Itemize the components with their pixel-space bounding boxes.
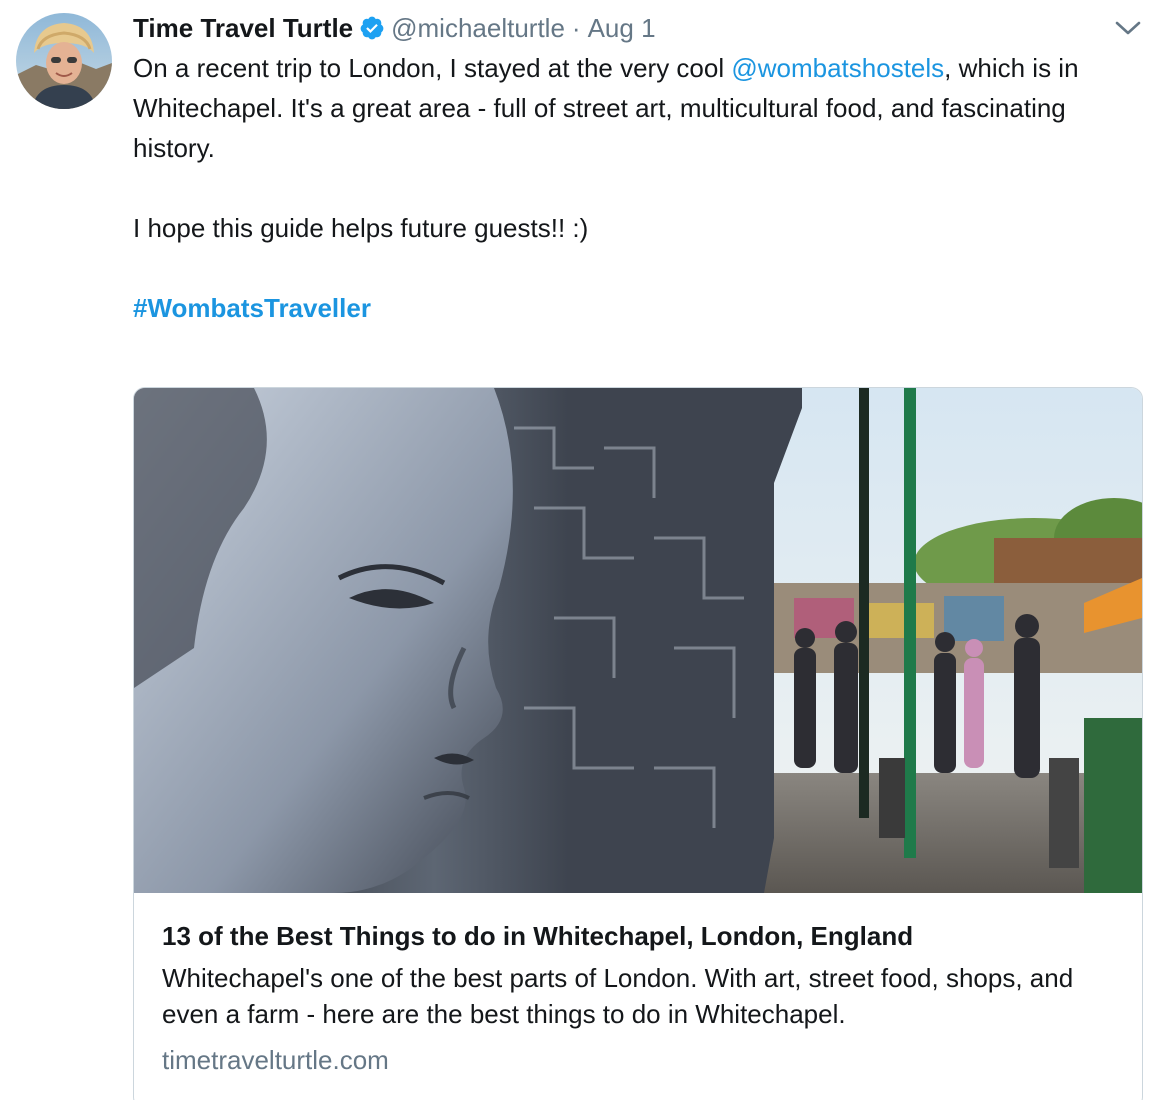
verified-badge-icon [359, 15, 385, 41]
chevron-down-icon[interactable] [1114, 18, 1142, 38]
hashtag-link[interactable]: #WombatsTraveller [133, 293, 371, 323]
tweet-header: Time Travel Turtle @michaelturtle · Aug … [133, 10, 656, 46]
tweet-paragraph-3: #WombatsTraveller [133, 288, 1143, 328]
tweet-text: On a recent trip to London, I stayed at … [133, 48, 1143, 328]
tweet-text-part: On a recent trip to London, I stayed at … [133, 53, 732, 83]
tweet-paragraph-2: I hope this guide helps future guests!! … [133, 213, 589, 243]
avatar-image [16, 13, 112, 109]
author-display-name[interactable]: Time Travel Turtle [133, 13, 353, 44]
tweet-paragraph-1: On a recent trip to London, I stayed at … [133, 48, 1143, 168]
card-description: Whitechapel's one of the best parts of L… [162, 963, 1074, 1029]
tweet-timestamp[interactable]: Aug 1 [588, 13, 656, 44]
street-art-mural-photo[interactable] [134, 388, 1142, 893]
avatar[interactable] [16, 13, 112, 109]
card-info: 13 of the Best Things to do in Whitechap… [162, 918, 1122, 1078]
link-preview-card[interactable]: 13 of the Best Things to do in Whitechap… [133, 387, 1143, 1100]
header-separator: · [571, 12, 581, 43]
card-domain[interactable]: timetravelturtle.com [162, 1042, 1122, 1078]
author-handle[interactable]: @michaelturtle [391, 13, 565, 44]
card-title[interactable]: 13 of the Best Things to do in Whitechap… [162, 918, 1122, 954]
mention-link[interactable]: @wombatshostels [731, 53, 944, 83]
tweet[interactable]: Time Travel Turtle @michaelturtle · Aug … [0, 0, 1162, 1100]
